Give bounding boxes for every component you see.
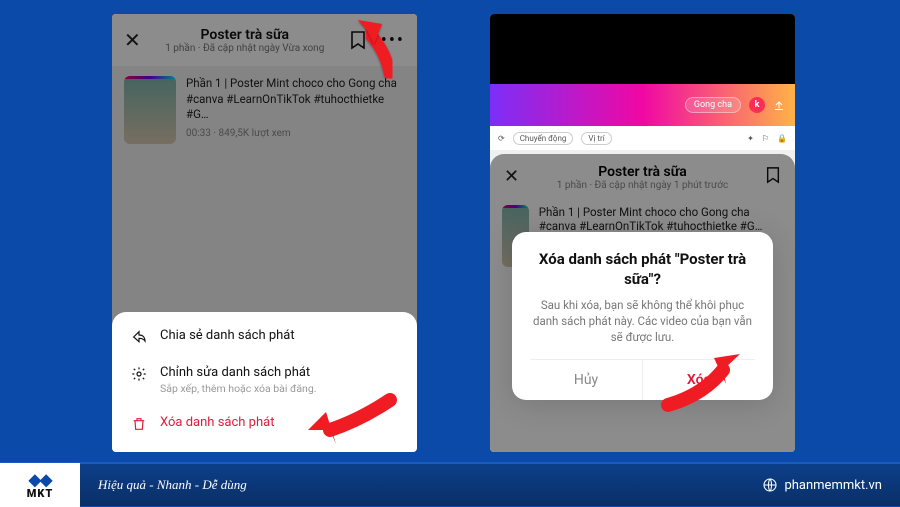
footer-site[interactable]: phanmemmkt.vn bbox=[762, 477, 882, 493]
upload-icon[interactable] bbox=[773, 99, 785, 111]
sheet-delete-label: Xóa danh sách phát bbox=[160, 415, 274, 430]
sheet-edit[interactable]: Chỉnh sửa danh sách phát Sắp xếp, thêm h… bbox=[112, 355, 417, 405]
lock-icon[interactable]: 🔒 bbox=[777, 134, 787, 143]
delete-button[interactable]: Xóa bbox=[643, 360, 755, 400]
avatar[interactable]: k bbox=[749, 97, 765, 113]
editor-toolbar: ⟳ Chuyển động Vị trí ✦ ⚐ 🔒 bbox=[490, 126, 795, 150]
sheet-share[interactable]: Chia sẻ danh sách phát bbox=[112, 318, 417, 355]
sheet-share-label: Chia sẻ danh sách phát bbox=[160, 328, 295, 343]
confirm-body: Sau khi xóa, bạn sẽ không thể khôi phục … bbox=[530, 297, 755, 345]
action-sheet: Chia sẻ danh sách phát Chỉnh sửa danh sá… bbox=[112, 312, 417, 452]
toolbar-chip-position[interactable]: Vị trí bbox=[581, 132, 611, 145]
trash-icon bbox=[130, 415, 148, 432]
editor-pill[interactable]: Gong cha bbox=[685, 97, 741, 113]
footer-bar: ◆◆ MKT Hiệu quả - Nhanh - Dễ dùng phanme… bbox=[0, 462, 900, 506]
brand-logo: ◆◆ MKT bbox=[0, 463, 80, 507]
editor-bar: Gong cha k bbox=[490, 84, 795, 126]
cancel-button[interactable]: Hủy bbox=[530, 360, 643, 400]
footer-tagline: Hiệu quả - Nhanh - Dễ dùng bbox=[98, 477, 247, 493]
screenshot-left: ✕ Poster trà sữa 1 phần · Đã cập nhật ng… bbox=[112, 14, 417, 452]
toolbar-icon[interactable]: ✦ bbox=[747, 134, 754, 143]
sheet-delete[interactable]: Xóa danh sách phát bbox=[112, 405, 417, 442]
share-icon bbox=[130, 328, 148, 345]
screenshot-right: Gong cha k ⟳ Chuyển động Vị trí ✦ ⚐ 🔒 ✕ … bbox=[490, 14, 795, 452]
footer-site-label: phanmemmkt.vn bbox=[784, 478, 882, 493]
video-area bbox=[490, 14, 795, 84]
globe-icon bbox=[762, 477, 778, 493]
playlist-sheet: ✕ Poster trà sữa 1 phần · Đã cập nhật ng… bbox=[490, 154, 795, 452]
confirm-dialog: Xóa danh sách phát "Poster trà sữa"? Sau… bbox=[512, 232, 773, 400]
gear-icon bbox=[130, 365, 148, 382]
sheet-edit-sublabel: Sắp xếp, thêm hoặc xóa bài đăng. bbox=[160, 382, 317, 395]
sheet-edit-label: Chỉnh sửa danh sách phát bbox=[160, 365, 317, 380]
motion-icon: ⟳ bbox=[498, 134, 505, 143]
confirm-title: Xóa danh sách phát "Poster trà sữa"? bbox=[530, 250, 755, 289]
toolbar-icon[interactable]: ⚐ bbox=[762, 134, 769, 143]
toolbar-chip-motion[interactable]: Chuyển động bbox=[513, 132, 574, 145]
